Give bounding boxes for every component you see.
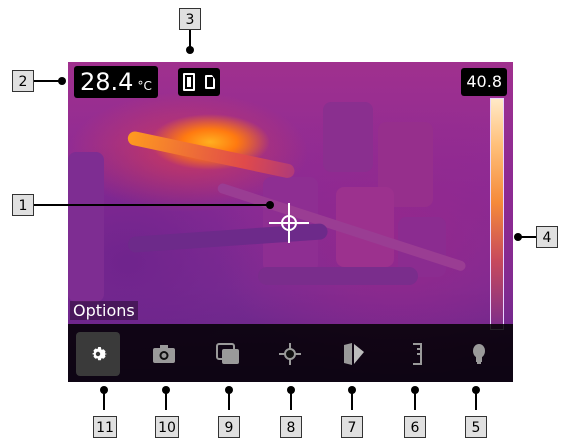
temperature-scale-button[interactable]: [395, 332, 439, 376]
spot-temperature-value: 28.4: [80, 68, 134, 96]
callout-line-1: [34, 204, 271, 206]
thermal-scene-cord: [258, 267, 418, 285]
callout-line-9: [228, 392, 230, 410]
thermal-camera-screen: 28.4 °C 40.8 Options: [68, 62, 513, 382]
spot-temperature-unit: °C: [137, 79, 152, 93]
image-mode-icon: [216, 343, 239, 364]
menu-label: Options: [70, 301, 138, 320]
callout-dot-3: [186, 46, 194, 54]
image-mode-button[interactable]: [206, 332, 250, 376]
memory-card-icon: [205, 75, 215, 89]
gear-icon: [92, 347, 107, 361]
callout-line-6: [414, 392, 416, 410]
spot-meter-crosshair[interactable]: [269, 203, 309, 243]
callout-7: 7: [341, 416, 363, 438]
measurement-button[interactable]: [268, 332, 312, 376]
camera-button[interactable]: [142, 332, 186, 376]
callout-5: 5: [465, 416, 487, 438]
thermal-scene-fixture: [323, 102, 373, 172]
lamp-button[interactable]: [457, 332, 501, 376]
callout-8: 8: [280, 416, 302, 438]
callout-line-7: [351, 392, 353, 410]
callout-dot-1: [266, 201, 274, 209]
callout-dot-4: [514, 233, 522, 241]
color-palette-button[interactable]: [332, 332, 376, 376]
thermal-scene-cord: [126, 130, 296, 180]
callout-line-11: [103, 392, 105, 410]
options-button[interactable]: [76, 332, 120, 376]
callout-4: 4: [536, 226, 558, 248]
callout-3: 3: [179, 8, 201, 30]
callout-line-8: [290, 392, 292, 410]
menu-bar: [68, 324, 513, 382]
battery-icon: [183, 73, 195, 91]
callout-dot-2: [58, 77, 66, 85]
callout-line-10: [165, 392, 167, 410]
callout-6: 6: [404, 416, 426, 438]
scale-max-value: 40.8: [461, 68, 507, 96]
callout-11: 11: [93, 416, 117, 438]
callout-2: 2: [12, 70, 34, 92]
color-palette-icon: [344, 343, 364, 365]
camera-icon: [153, 345, 175, 363]
temperature-scale-bar: [490, 98, 504, 330]
lamp-icon: [473, 344, 485, 364]
thermal-scene-fixture: [68, 152, 104, 302]
callout-10: 10: [155, 416, 179, 438]
callout-1: 1: [12, 194, 34, 216]
measurement-spot-icon: [279, 343, 301, 365]
callout-line-5: [475, 392, 477, 410]
crosshair-circle: [281, 215, 297, 231]
spot-temperature-readout: 28.4 °C: [74, 66, 158, 98]
temperature-scale-icon: [413, 343, 422, 365]
callout-9: 9: [218, 416, 240, 438]
status-icons: [178, 68, 220, 96]
